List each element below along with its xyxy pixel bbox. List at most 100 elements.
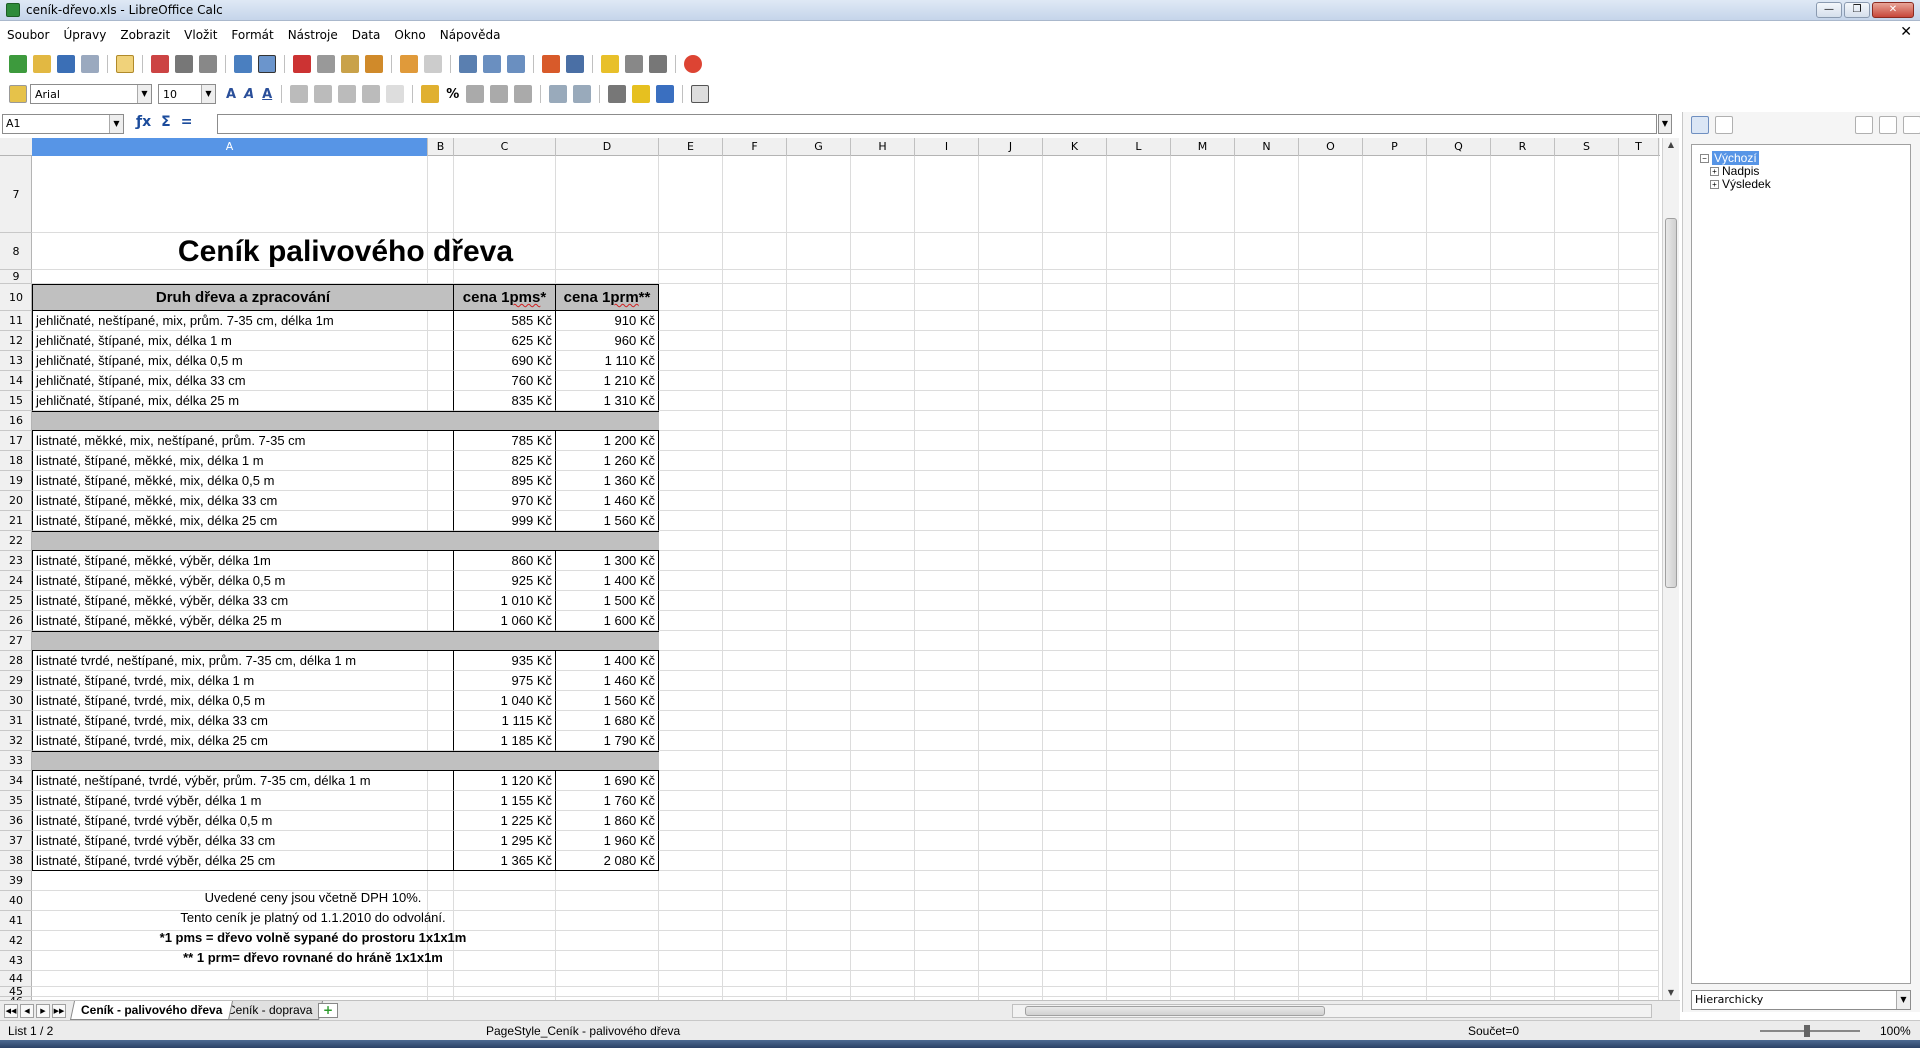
cell[interactable] [1427, 431, 1491, 451]
cell[interactable] [787, 351, 851, 371]
cell[interactable] [1619, 471, 1659, 491]
cell[interactable] [1363, 156, 1427, 233]
menu-soubor[interactable]: Soubor [0, 28, 56, 42]
chart-icon[interactable] [542, 55, 560, 73]
cell[interactable] [659, 971, 723, 987]
cell[interactable] [787, 831, 851, 851]
cell[interactable] [1491, 571, 1555, 591]
cell[interactable] [1427, 571, 1491, 591]
cell[interactable] [1299, 891, 1363, 911]
cell[interactable] [1171, 284, 1235, 311]
cell[interactable] [1619, 751, 1659, 771]
cell[interactable] [454, 156, 556, 233]
cell[interactable] [979, 531, 1043, 551]
cell[interactable] [1043, 631, 1107, 651]
cell[interactable] [723, 551, 787, 571]
cell[interactable] [1491, 671, 1555, 691]
table-row-name[interactable]: listnaté, štípané, měkké, výběr, délka 0… [32, 571, 454, 591]
cell[interactable] [1171, 831, 1235, 851]
cell[interactable] [915, 791, 979, 811]
cell[interactable] [915, 431, 979, 451]
cell[interactable] [979, 411, 1043, 431]
cell[interactable] [915, 971, 979, 987]
equals-icon[interactable]: = [181, 114, 193, 130]
scroll-up-icon[interactable]: ▲ [1663, 138, 1679, 152]
cell[interactable] [1107, 511, 1171, 531]
cell[interactable] [1363, 811, 1427, 831]
gallery-icon[interactable] [625, 55, 643, 73]
cell[interactable] [1235, 811, 1299, 831]
cell[interactable] [915, 411, 979, 431]
row-header-20[interactable]: 20 [0, 491, 32, 511]
cell[interactable] [1619, 811, 1659, 831]
cell[interactable] [851, 451, 915, 471]
cell[interactable] [1235, 156, 1299, 233]
cell[interactable] [915, 311, 979, 331]
row-header-8[interactable]: 8 [0, 233, 32, 270]
cell[interactable] [1363, 751, 1427, 771]
cell[interactable] [1619, 971, 1659, 987]
cell[interactable] [1427, 951, 1491, 971]
table-row-prm[interactable]: 1 300 Kč [556, 551, 659, 571]
previous-sheet-icon[interactable]: ◀ [20, 1004, 34, 1018]
cell[interactable] [1427, 711, 1491, 731]
cell[interactable] [1619, 491, 1659, 511]
row-header-21[interactable]: 21 [0, 511, 32, 531]
cell[interactable] [659, 311, 723, 331]
cell[interactable] [787, 671, 851, 691]
cell[interactable] [1555, 751, 1619, 771]
menu-zobrazit[interactable]: Zobrazit [113, 28, 177, 42]
table-row-name[interactable]: listnaté, štípané, tvrdé výběr, délka 0,… [32, 811, 454, 831]
table-row-name[interactable]: listnaté, štípané, tvrdé výběr, délka 25… [32, 851, 454, 871]
add-decimal-icon[interactable] [490, 85, 509, 103]
cell[interactable] [1043, 471, 1107, 491]
column-header-b[interactable]: B [428, 138, 454, 156]
hyperlink-icon[interactable] [459, 55, 477, 73]
cell[interactable] [1235, 591, 1299, 611]
print-preview-icon[interactable] [199, 55, 217, 73]
table-row-name[interactable]: jehličnaté, štípané, mix, délka 1 m [32, 331, 454, 351]
table-row-pms[interactable]: 1 225 Kč [454, 811, 556, 831]
cell[interactable] [1491, 987, 1555, 997]
table-row-name[interactable]: listnaté, štípané, měkké, mix, délka 33 … [32, 491, 454, 511]
cell[interactable] [915, 691, 979, 711]
cell[interactable] [1427, 931, 1491, 951]
cell[interactable] [723, 891, 787, 911]
cell[interactable] [851, 751, 915, 771]
table-row-pms[interactable]: 895 Kč [454, 471, 556, 491]
cell[interactable] [1043, 391, 1107, 411]
cell[interactable] [787, 284, 851, 311]
row-header-17[interactable]: 17 [0, 431, 32, 451]
font-name-combo[interactable]: Arial ▼ [30, 84, 152, 104]
cell[interactable] [915, 871, 979, 891]
table-row-pms[interactable]: 1 185 Kč [454, 731, 556, 751]
cell[interactable] [787, 631, 851, 651]
table-row-name[interactable]: listnaté, štípané, tvrdé, mix, délka 25 … [32, 731, 454, 751]
cell[interactable] [915, 771, 979, 791]
cell[interactable] [851, 891, 915, 911]
row-header-10[interactable]: 10 [0, 284, 32, 311]
cell[interactable] [1107, 631, 1171, 651]
cell[interactable] [979, 671, 1043, 691]
cell[interactable] [915, 233, 979, 270]
cell[interactable] [1107, 591, 1171, 611]
cell[interactable] [1491, 691, 1555, 711]
cell[interactable] [1107, 471, 1171, 491]
cell[interactable] [851, 971, 915, 987]
table-row-pms[interactable]: 999 Kč [454, 511, 556, 531]
cell[interactable] [1619, 591, 1659, 611]
table-row-pms[interactable]: 835 Kč [454, 391, 556, 411]
cell[interactable] [1043, 451, 1107, 471]
cell[interactable] [556, 270, 659, 284]
cell[interactable] [1491, 284, 1555, 311]
cell[interactable] [1491, 371, 1555, 391]
table-row-prm[interactable]: 1 760 Kč [556, 791, 659, 811]
expand-icon[interactable]: + [1710, 166, 1719, 176]
cell[interactable] [1427, 491, 1491, 511]
cell[interactable] [659, 351, 723, 371]
cell[interactable] [851, 331, 915, 351]
cell[interactable] [1235, 651, 1299, 671]
cell[interactable] [787, 331, 851, 351]
cell[interactable] [1299, 711, 1363, 731]
table-row-name[interactable]: listnaté, štípané, měkké, mix, délka 0,5… [32, 471, 454, 491]
